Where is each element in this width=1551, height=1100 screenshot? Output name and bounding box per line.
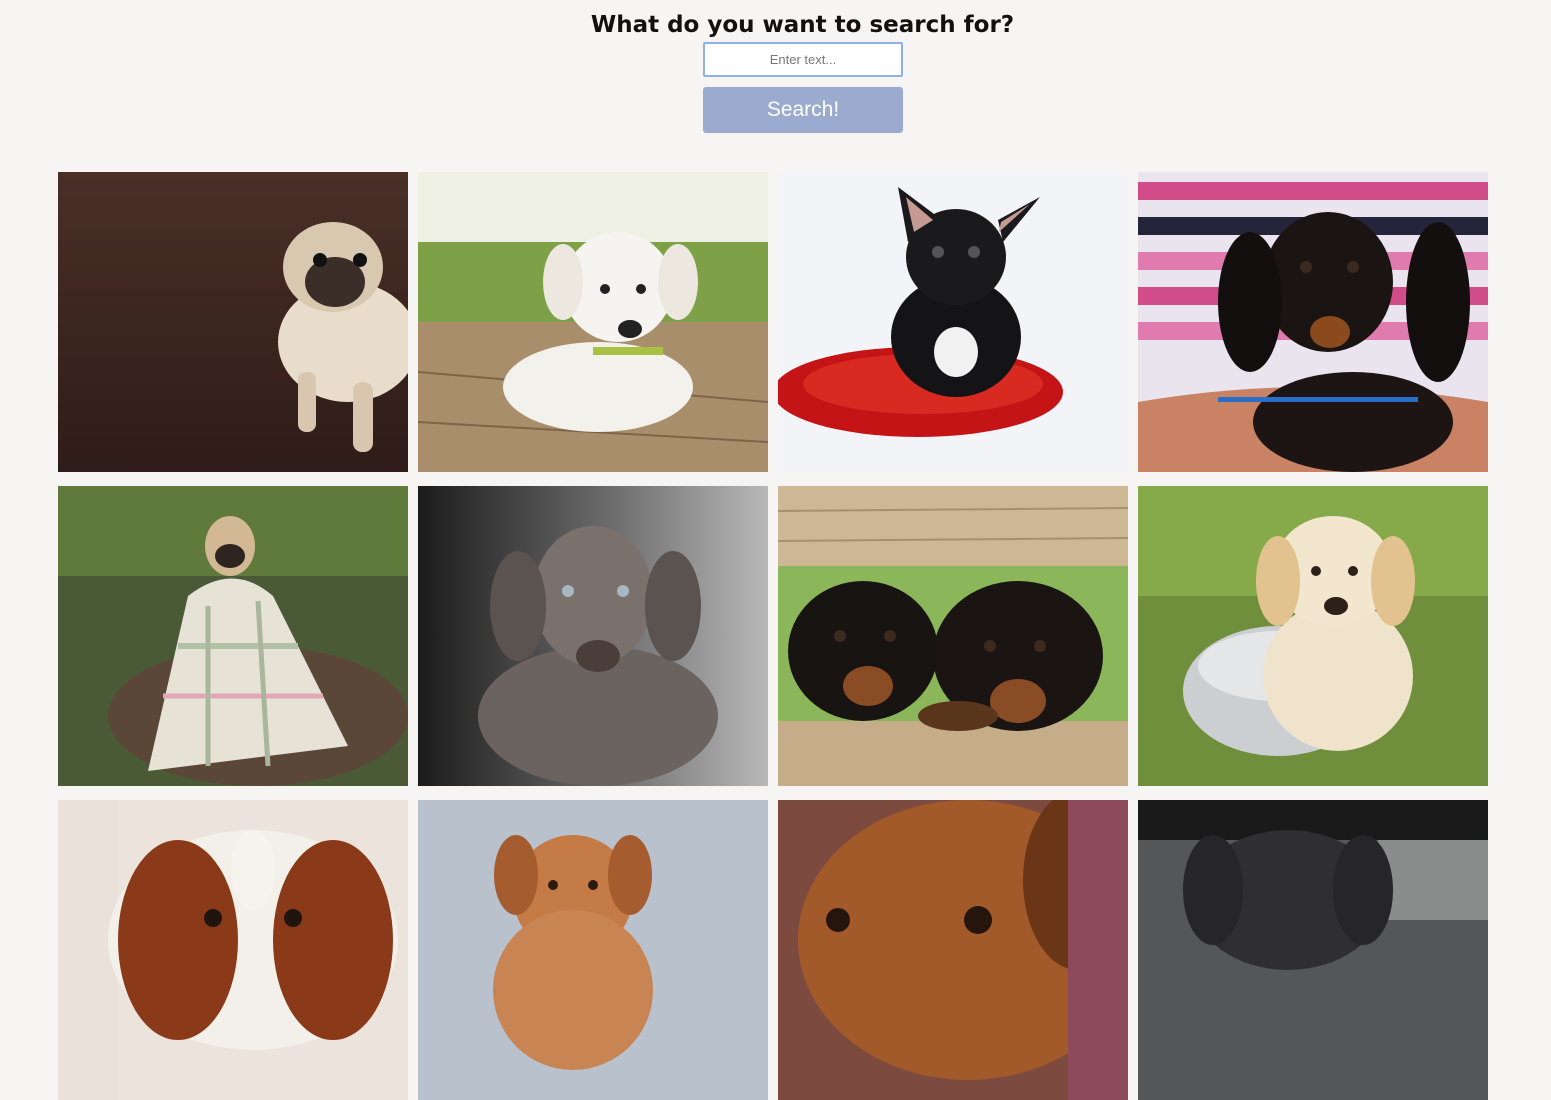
dog-photo-icon xyxy=(58,172,408,472)
dog-photo-icon xyxy=(58,800,408,1100)
result-image[interactable] xyxy=(418,172,768,472)
dog-photo-icon xyxy=(778,172,1128,472)
result-image[interactable] xyxy=(1138,486,1488,786)
dog-photo-icon xyxy=(418,486,768,786)
result-image[interactable] xyxy=(1138,172,1488,472)
result-image[interactable] xyxy=(58,486,408,786)
result-image[interactable] xyxy=(58,172,408,472)
dog-photo-icon xyxy=(1138,800,1488,1100)
dog-photo-icon xyxy=(1138,486,1488,786)
page-title: What do you want to search for? xyxy=(590,12,1015,38)
result-image[interactable] xyxy=(1138,800,1488,1100)
result-image[interactable] xyxy=(778,172,1128,472)
dog-photo-icon xyxy=(778,800,1128,1100)
result-image[interactable] xyxy=(58,800,408,1100)
search-input[interactable] xyxy=(703,42,903,77)
image-results-grid xyxy=(58,172,1488,1100)
dog-photo-icon xyxy=(418,800,768,1100)
search-button[interactable]: Search! xyxy=(703,87,903,133)
result-image[interactable] xyxy=(778,486,1128,786)
result-image[interactable] xyxy=(418,800,768,1100)
dog-photo-icon xyxy=(58,486,408,786)
result-image[interactable] xyxy=(778,800,1128,1100)
dog-photo-icon xyxy=(418,172,768,472)
result-image[interactable] xyxy=(418,486,768,786)
dog-photo-icon xyxy=(1138,172,1488,472)
dog-photo-icon xyxy=(778,486,1128,786)
